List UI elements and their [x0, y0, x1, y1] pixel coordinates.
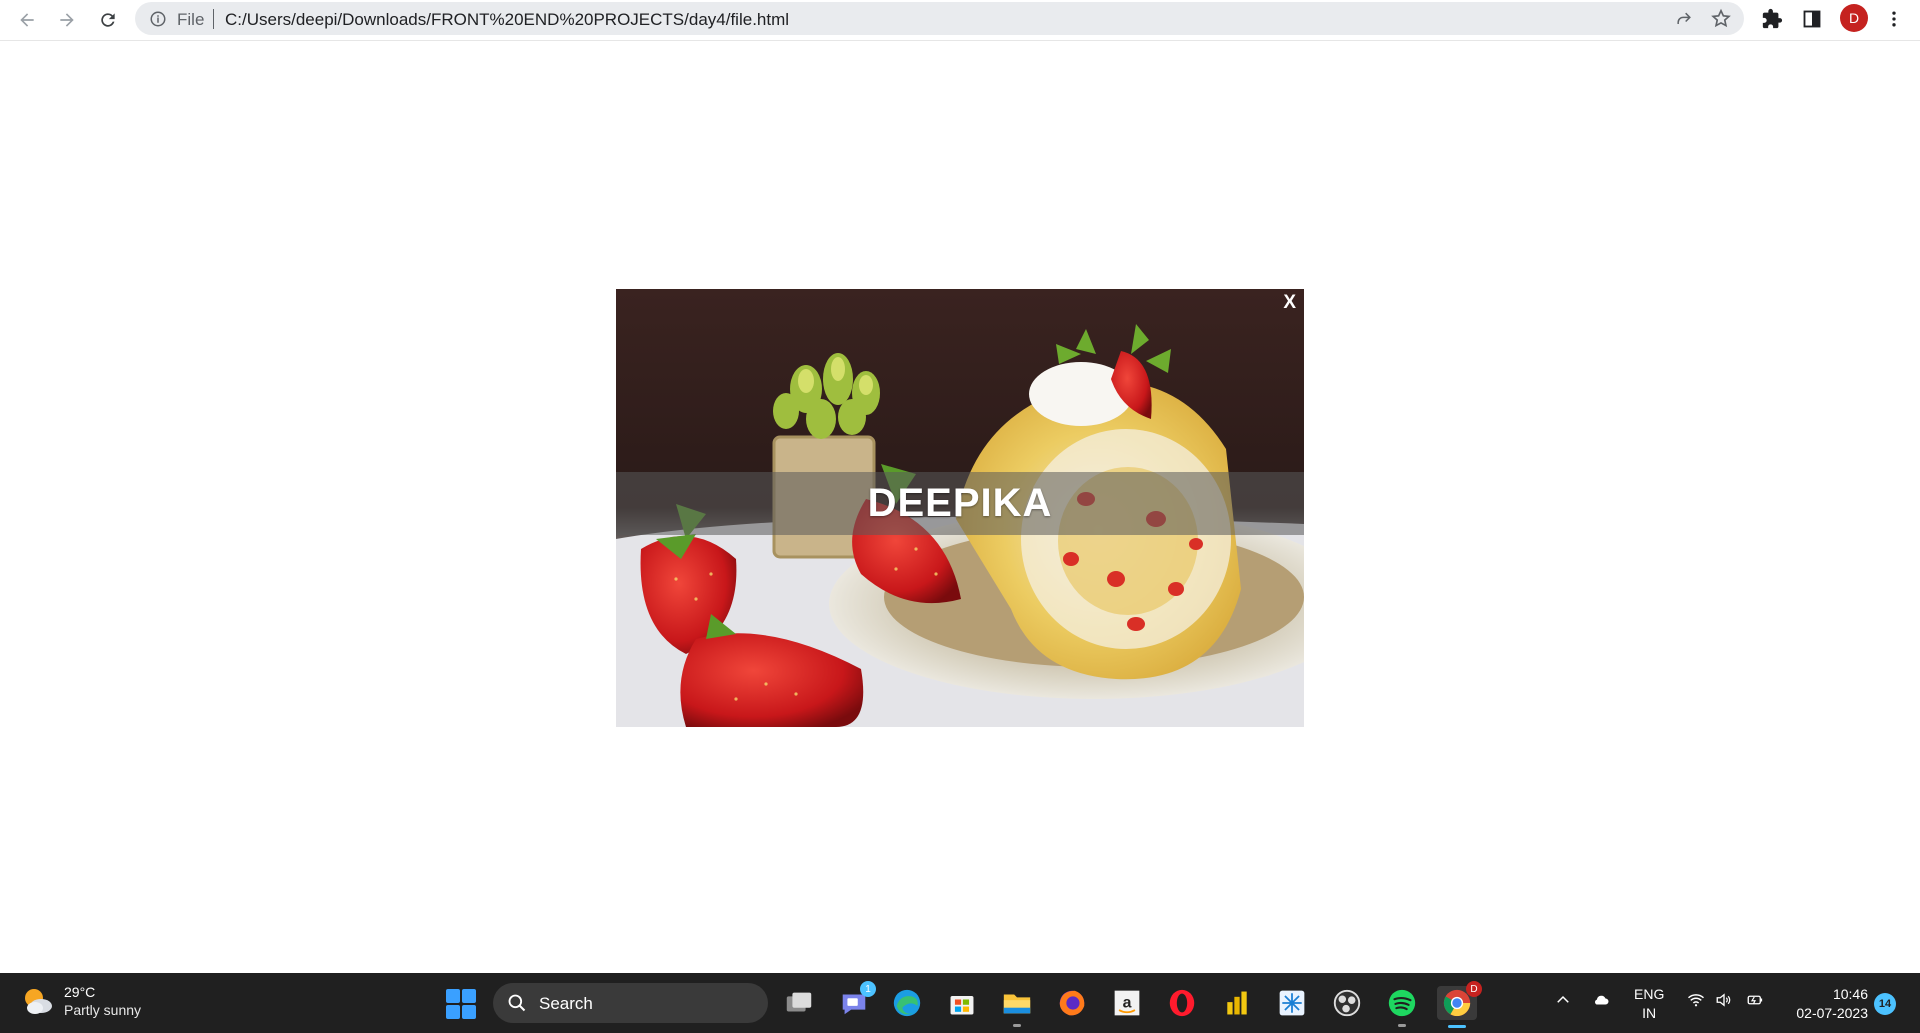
bookmark-star-icon[interactable]: [1710, 8, 1732, 30]
start-logo-pane: [446, 1005, 460, 1019]
running-indicator: [1398, 1024, 1406, 1027]
search-icon: [508, 994, 526, 1012]
start-button[interactable]: [446, 989, 476, 1019]
store-bag-icon: [950, 995, 974, 1015]
store-button[interactable]: [945, 986, 979, 1020]
task-view-button[interactable]: [782, 986, 816, 1020]
arrow-left-icon: [20, 13, 34, 27]
taskbar-search[interactable]: Search: [493, 983, 768, 1023]
back-button[interactable]: [12, 5, 42, 35]
search-label: Search: [539, 994, 593, 1013]
wifi-icon: [1688, 994, 1704, 1007]
close-button[interactable]: X: [1283, 291, 1296, 315]
speaker-icon: [1716, 993, 1731, 1007]
opera-button[interactable]: [1165, 986, 1199, 1020]
start-logo-pane: [462, 1005, 476, 1019]
weather-desc: Partly sunny: [64, 1002, 142, 1018]
start-logo-pane: [446, 989, 460, 1003]
url-scheme-label: File: [177, 10, 205, 29]
active-indicator: [1448, 1025, 1466, 1028]
spotify-icon: [1388, 989, 1416, 1017]
browser-toolbar: File C:/Users/deepi/Downloads/FRONT%20EN…: [0, 0, 1920, 41]
power-bi-button[interactable]: [1220, 986, 1254, 1020]
obs-button[interactable]: [1330, 986, 1364, 1020]
region-code: IN: [1642, 1005, 1657, 1021]
svg-text:a: a: [1123, 994, 1132, 1011]
reload-icon: [101, 13, 115, 27]
puzzle-icon: [1762, 8, 1783, 29]
power-bi-icon: [1227, 991, 1247, 1015]
reload-button[interactable]: [93, 5, 123, 35]
clock-time: 10:46: [1832, 986, 1868, 1002]
browser-menu-button[interactable]: [1882, 7, 1906, 31]
battery-charging-icon: [1747, 995, 1763, 1005]
file-explorer-button[interactable]: [1000, 986, 1034, 1027]
folder-icon: [1003, 994, 1031, 1014]
side-panel-button[interactable]: [1800, 7, 1824, 31]
task-view-icon: [786, 992, 812, 1012]
info-icon[interactable]: [149, 10, 167, 28]
opera-icon: [1169, 989, 1195, 1017]
firefox-button[interactable]: [1055, 986, 1089, 1020]
edge-button[interactable]: [890, 986, 924, 1020]
language-code: ENG: [1634, 986, 1665, 1002]
running-indicator: [1013, 1024, 1021, 1027]
clock[interactable]: 10:46 02-07-2023: [1786, 985, 1868, 1023]
firefox-icon: [1059, 990, 1085, 1016]
chrome-button[interactable]: D: [1437, 981, 1482, 1028]
spotify-button[interactable]: [1385, 986, 1419, 1027]
forward-button[interactable]: [52, 5, 82, 35]
volume-button[interactable]: [1714, 991, 1734, 1012]
partly-sunny-icon: [25, 989, 52, 1014]
amazon-icon: a: [1114, 990, 1140, 1016]
url-divider: [213, 9, 214, 29]
profile-avatar[interactable]: D: [1840, 4, 1868, 32]
weather-temp: 29°C: [64, 984, 96, 1000]
extensions-button[interactable]: [1760, 7, 1784, 31]
start-logo-pane: [462, 989, 476, 1003]
onedrive-button[interactable]: [1590, 991, 1612, 1012]
url-text[interactable]: C:/Users/deepi/Downloads/FRONT%20END%20P…: [225, 10, 789, 30]
chat-badge: 1: [860, 981, 876, 997]
notification-count-badge[interactable]: 14: [1874, 993, 1896, 1015]
cloud-icon: [1595, 995, 1609, 1005]
side-panel-icon: [1803, 10, 1821, 28]
banner-title: DEEPIKA: [867, 481, 1053, 525]
arrow-right-icon: [60, 13, 74, 27]
wifi-button[interactable]: [1686, 991, 1706, 1012]
show-hidden-icons-button[interactable]: [1554, 991, 1572, 1012]
language-indicator[interactable]: ENG IN: [1634, 985, 1664, 1023]
kebab-menu-icon: [1892, 11, 1896, 27]
name-banner: DEEPIKA: [616, 472, 1304, 535]
edge-browser-icon: [893, 989, 921, 1017]
amazon-app-button[interactable]: a: [1110, 986, 1144, 1020]
teams-chat-button[interactable]: 1: [837, 981, 876, 1020]
address-bar[interactable]: File C:/Users/deepi/Downloads/FRONT%20EN…: [135, 2, 1744, 35]
share-icon[interactable]: [1674, 9, 1694, 29]
weather-widget[interactable]: 29°C Partly sunny: [20, 983, 141, 1019]
snipping-app-button[interactable]: [1275, 986, 1309, 1020]
clock-date: 02-07-2023: [1796, 1005, 1868, 1021]
image-card: X DEEPIKA: [616, 289, 1304, 727]
chevron-up-icon: [1557, 995, 1569, 1003]
snowflake-grid-icon: [1279, 990, 1305, 1016]
taskbar: 29°C Partly sunny Search 1 a D ENG IN 10…: [0, 973, 1920, 1033]
battery-button[interactable]: [1744, 991, 1766, 1012]
chrome-profile-badge: D: [1466, 981, 1482, 997]
obs-icon: [1333, 989, 1361, 1017]
